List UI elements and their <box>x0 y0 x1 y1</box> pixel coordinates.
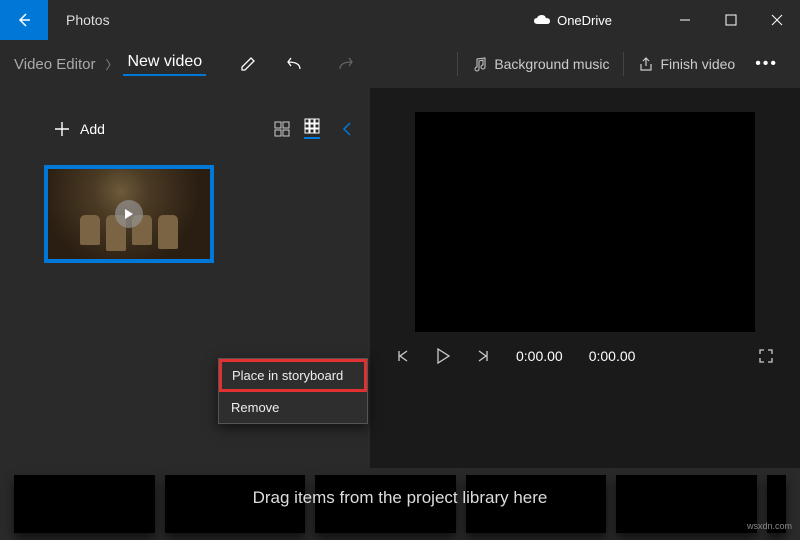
library-header: Add <box>18 118 358 139</box>
minimize-icon <box>679 14 691 26</box>
maximize-icon <box>725 14 737 26</box>
chevron-left-icon <box>342 121 352 137</box>
play-icon <box>436 348 450 364</box>
view-toggle-group <box>274 118 352 139</box>
finish-video-button[interactable]: Finish video <box>630 56 743 72</box>
redo-icon <box>334 55 354 73</box>
music-icon <box>472 56 488 72</box>
toolbar: Video Editor 〉 New video Background musi… <box>0 40 800 88</box>
back-arrow-icon <box>16 12 32 28</box>
grid-large-button[interactable] <box>274 121 290 137</box>
next-frame-button[interactable] <box>476 349 490 363</box>
step-forward-icon <box>476 349 490 363</box>
rename-button[interactable] <box>224 40 272 88</box>
plus-icon <box>54 121 70 137</box>
add-button[interactable]: Add <box>18 121 105 137</box>
close-icon <box>771 14 783 26</box>
storyboard-slot[interactable] <box>315 475 456 533</box>
more-button[interactable]: ••• <box>743 55 790 73</box>
grid-2x2-icon <box>274 121 290 137</box>
minimize-button[interactable] <box>662 0 708 40</box>
grid-3x3-icon <box>304 118 320 134</box>
window-controls <box>662 0 800 40</box>
undo-button[interactable] <box>272 40 320 88</box>
current-time: 0:00.00 <box>516 348 563 364</box>
undo-icon <box>286 55 306 73</box>
preview-panel: 0:00.00 0:00.00 <box>370 88 800 468</box>
fullscreen-button[interactable] <box>758 348 774 364</box>
finish-label: Finish video <box>660 56 735 72</box>
library-thumbnail[interactable] <box>44 165 214 263</box>
app-title: Photos <box>48 12 110 28</box>
grid-small-button[interactable] <box>304 118 320 139</box>
breadcrumb-current[interactable]: New video <box>123 53 206 76</box>
title-bar: Photos OneDrive <box>0 0 800 40</box>
add-label: Add <box>80 121 105 137</box>
play-icon <box>124 208 134 220</box>
main-area: Add <box>0 88 800 468</box>
ctx-remove[interactable]: Remove <box>219 392 367 423</box>
ctx-place-in-storyboard[interactable]: Place in storyboard <box>219 359 367 392</box>
bg-music-label: Background music <box>494 56 609 72</box>
close-button[interactable] <box>754 0 800 40</box>
storyboard-slot[interactable] <box>466 475 607 533</box>
back-button[interactable] <box>0 0 48 40</box>
separator <box>457 52 458 76</box>
cloud-icon <box>533 14 551 26</box>
storyboard-slot[interactable] <box>165 475 306 533</box>
prev-frame-button[interactable] <box>396 349 410 363</box>
background-music-button[interactable]: Background music <box>464 56 617 72</box>
onedrive-status[interactable]: OneDrive <box>533 13 612 28</box>
play-overlay[interactable] <box>115 200 143 228</box>
redo-button[interactable] <box>320 40 368 88</box>
breadcrumb-root[interactable]: Video Editor <box>10 56 99 73</box>
play-button[interactable] <box>436 348 450 364</box>
export-icon <box>638 56 654 72</box>
pencil-icon <box>239 55 257 73</box>
video-preview[interactable] <box>415 112 755 332</box>
playback-controls: 0:00.00 0:00.00 <box>390 348 780 364</box>
storyboard-strip[interactable]: Drag items from the project library here <box>0 468 800 540</box>
onedrive-label: OneDrive <box>557 13 612 28</box>
maximize-button[interactable] <box>708 0 754 40</box>
total-time: 0:00.00 <box>589 348 636 364</box>
ellipsis-icon: ••• <box>755 55 778 72</box>
separator <box>623 52 624 76</box>
project-library-panel: Add <box>0 88 370 468</box>
chevron-right-icon: 〉 <box>99 56 123 73</box>
storyboard-slot[interactable] <box>616 475 757 533</box>
collapse-button[interactable] <box>342 121 352 137</box>
storyboard-slot[interactable] <box>14 475 155 533</box>
step-back-icon <box>396 349 410 363</box>
fullscreen-icon <box>758 348 774 364</box>
watermark: wsxdn.com <box>747 521 792 531</box>
context-menu: Place in storyboard Remove <box>218 358 368 424</box>
